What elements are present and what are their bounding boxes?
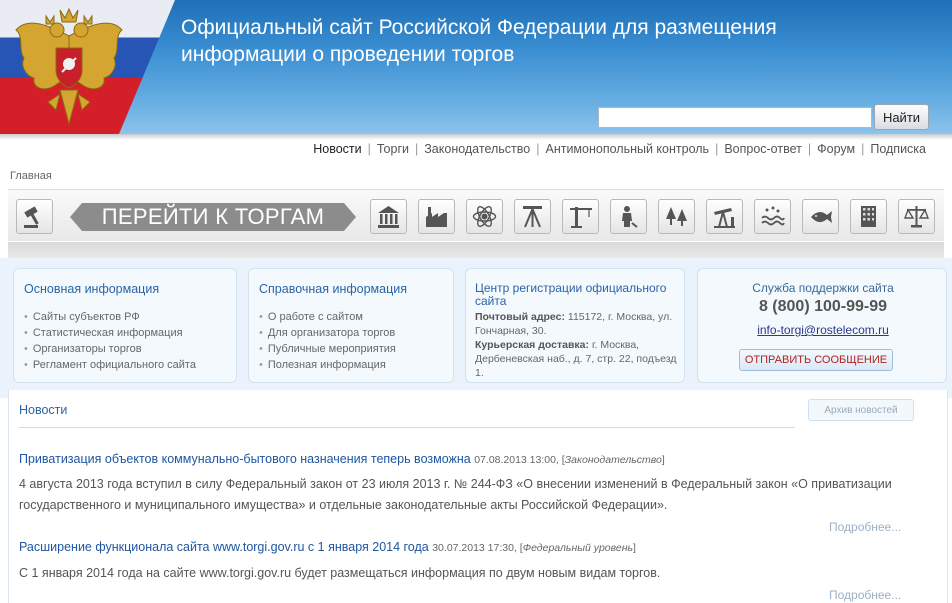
crane-icon[interactable]	[562, 199, 599, 234]
list-item[interactable]: Для организатора торгов	[259, 325, 396, 341]
search-button[interactable]: Найти	[874, 104, 929, 130]
list-item[interactable]: О работе с сайтом	[259, 309, 396, 325]
nav-item-news[interactable]: Новости	[313, 142, 361, 156]
nav-separator: |	[536, 142, 540, 156]
registration-center-block: Центр регистрации официального сайта Поч…	[465, 268, 685, 383]
news-item-date: 07.08.2013 13:00,	[474, 454, 559, 466]
nav-item-antimonopoly[interactable]: Антимонопольный контроль	[545, 142, 709, 156]
goto-trades-label: ПЕРЕЙТИ К ТОРГАМ	[101, 204, 325, 229]
news-section-title: Новости	[19, 403, 68, 417]
top-navigation: Новости | Торги | Законодательство | Антимоноп…	[313, 142, 926, 158]
person-icon[interactable]	[610, 199, 647, 234]
news-archive-button[interactable]: Архив новостей	[808, 399, 914, 421]
registration-address: Почтовый адрес: 115172, г. Москва, ул. Г…	[475, 310, 680, 380]
list-item[interactable]: Полезная информация	[259, 357, 396, 373]
nav-separator: |	[807, 142, 812, 156]
header-shadow	[0, 134, 952, 140]
news-item-more-link[interactable]: Подробнее...	[829, 588, 901, 602]
list-item[interactable]: Публичные мероприятия	[259, 341, 396, 357]
reference-info-block: Справочная информация О работе с сайтом …	[248, 268, 454, 383]
news-item-more-link[interactable]: Подробнее...	[829, 520, 901, 534]
oil-pump-icon[interactable]	[706, 199, 743, 234]
news-item-header: Приватизация объектов коммунально-бытово…	[19, 452, 665, 466]
list-item[interactable]: Регламент официального сайта	[24, 357, 196, 373]
fish-icon[interactable]	[802, 199, 839, 234]
main-info-block: Основная информация Сайты субъектов РФ С…	[13, 268, 237, 383]
support-title: Служба поддержки сайта	[752, 281, 894, 295]
list-item[interactable]: Сайты субъектов РФ	[24, 309, 196, 325]
site-title-line2: информации о проведении торгов	[181, 43, 515, 66]
news-divider	[19, 427, 795, 428]
drilling-rig-icon[interactable]	[514, 199, 551, 234]
news-item-header: Расширение функционала сайта www.torgi.g…	[19, 540, 636, 554]
forest-icon[interactable]	[658, 199, 695, 234]
news-item-body: С 1 января 2014 года на сайте www.torgi.…	[19, 566, 661, 580]
nav-item-faq[interactable]: Вопрос-ответ	[724, 142, 802, 156]
gavel-icon[interactable]	[16, 199, 53, 234]
goto-trades-button[interactable]: ПЕРЕЙТИ К ТОРГАМ	[70, 203, 356, 231]
site-header: Официальный сайт Российской Федерации дл…	[0, 0, 952, 134]
news-item-title-link[interactable]: Приватизация объектов коммунально-бытово…	[19, 452, 471, 466]
coat-of-arms-icon	[15, 7, 123, 126]
water-icon[interactable]	[754, 199, 791, 234]
courier-delivery-label: Курьерская доставка:	[475, 339, 590, 351]
news-item-category[interactable]: Федеральный уровень	[523, 542, 633, 554]
news-item-meta: 30.07.2013 17:30, [Федеральный уровень]	[432, 542, 636, 554]
office-building-icon[interactable]	[850, 199, 887, 234]
nav-item-forum[interactable]: Форум	[817, 142, 855, 156]
main-info-title[interactable]: Основная информация	[24, 282, 159, 296]
reference-info-title[interactable]: Справочная информация	[259, 282, 407, 296]
nav-separator: |	[715, 142, 719, 156]
search-input[interactable]	[598, 107, 872, 128]
news-item-meta: 07.08.2013 13:00, [Законодательство]	[474, 454, 665, 466]
site-title-line1: Официальный сайт Российской Федерации дл…	[181, 16, 777, 39]
news-item-date: 30.07.2013 17:30,	[432, 542, 517, 554]
list-item[interactable]: Статистическая информация	[24, 325, 196, 341]
news-item-category[interactable]: Законодательство	[565, 454, 662, 466]
news-item-title-link[interactable]: Расширение функционала сайта www.torgi.g…	[19, 540, 429, 554]
nav-item-subscription[interactable]: Подписка	[870, 142, 926, 156]
government-building-icon[interactable]	[370, 199, 407, 234]
nav-separator: |	[861, 142, 865, 156]
nav-separator: |	[367, 142, 371, 156]
breadcrumb[interactable]: Главная	[10, 170, 52, 182]
nav-separator: |	[415, 142, 419, 156]
factory-icon[interactable]	[418, 199, 455, 234]
list-item[interactable]: Организаторы торгов	[24, 341, 196, 357]
support-email-link[interactable]: info-torgi@rostelecom.ru	[698, 323, 948, 337]
nav-item-trades[interactable]: Торги	[377, 142, 409, 156]
atom-copyright-icon[interactable]	[466, 199, 503, 234]
nav-item-legislation[interactable]: Законодательство	[424, 142, 530, 156]
support-phone: 8 (800) 100-99-99	[758, 298, 888, 315]
registration-center-title[interactable]: Центр регистрации официального сайта	[475, 282, 680, 308]
postal-address-label: Почтовый адрес:	[475, 311, 565, 323]
send-message-button[interactable]: ОТПРАВИТЬ СООБЩЕНИЕ	[739, 349, 893, 371]
news-item-body: 4 августа 2013 года вступил в силу Федер…	[19, 477, 892, 512]
category-bar: ПЕРЕЙТИ К ТОРГАМ	[8, 189, 944, 241]
site-title: Официальный сайт Российской Федерации дл…	[181, 14, 881, 68]
scales-icon[interactable]	[898, 199, 935, 234]
support-block: Служба поддержки сайта 8 (800) 100-99-99…	[697, 268, 947, 383]
